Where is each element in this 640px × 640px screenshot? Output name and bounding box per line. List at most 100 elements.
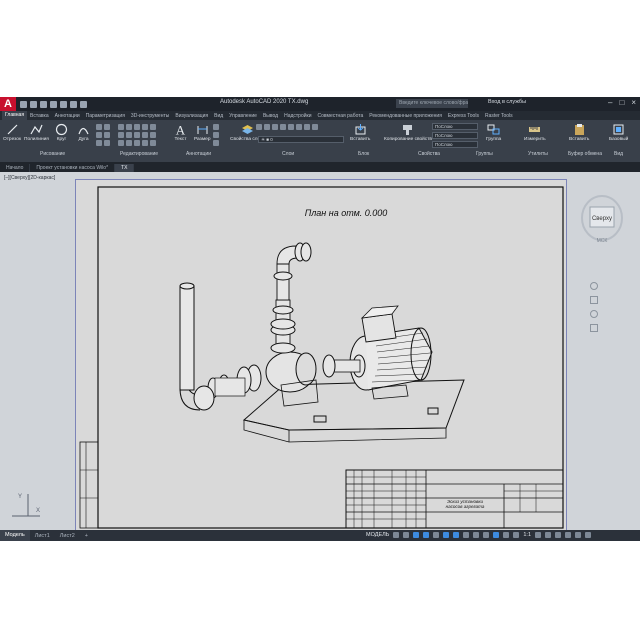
line-button[interactable]: Отрезок xyxy=(3,123,21,143)
stretch-icon[interactable] xyxy=(118,140,124,146)
arc-button[interactable]: Дуга xyxy=(77,123,90,143)
clean-screen-icon[interactable] xyxy=(575,532,582,538)
polar-icon[interactable] xyxy=(423,532,430,538)
layout-tab-model[interactable]: Модель xyxy=(0,530,30,541)
isodraft-icon[interactable] xyxy=(433,532,440,538)
dimension-button[interactable]: Размер xyxy=(194,123,211,143)
group-label-groups[interactable]: Группы xyxy=(476,151,493,157)
save-icon[interactable] xyxy=(40,100,47,108)
layer-iso-icon[interactable] xyxy=(280,124,286,130)
polyline-button[interactable]: Полилиния xyxy=(24,123,49,143)
layer-off-icon[interactable] xyxy=(272,124,278,130)
group-label-properties[interactable]: Свойства xyxy=(418,151,440,157)
undo-icon[interactable] xyxy=(70,100,77,108)
annotation-monitor-icon[interactable] xyxy=(493,532,500,538)
viewcube[interactable]: Сверху МСК xyxy=(580,180,632,280)
layout-tab-sheet2[interactable]: Лист2 xyxy=(55,533,80,539)
layer-lock-icon[interactable] xyxy=(264,124,270,130)
layer-prev-icon[interactable] xyxy=(296,124,302,130)
tab-annotate[interactable]: Аннотации xyxy=(52,113,83,119)
file-tab-start[interactable]: Начало xyxy=(0,164,31,172)
leader-icon[interactable] xyxy=(213,124,219,130)
ellipse-icon[interactable] xyxy=(96,132,102,138)
annotation-visibility-icon[interactable] xyxy=(503,532,510,538)
orbit-icon[interactable] xyxy=(590,324,598,332)
layer-match-icon[interactable] xyxy=(288,124,294,130)
tab-parametric[interactable]: Параметризация xyxy=(83,113,128,119)
workspace-icon[interactable] xyxy=(513,532,520,538)
move-icon[interactable] xyxy=(118,124,124,130)
insert-block-button[interactable]: Вставить xyxy=(350,123,370,143)
linetype-dropdown[interactable]: ПоСлою xyxy=(432,141,478,148)
match-properties-button[interactable]: Копирование свойств xyxy=(384,123,432,143)
signin-button[interactable]: Вход в службы xyxy=(488,99,526,105)
tab-express-tools[interactable]: Express Tools xyxy=(445,113,482,119)
break-icon[interactable] xyxy=(150,140,156,146)
lineweight-icon[interactable] xyxy=(463,532,470,538)
region-icon[interactable] xyxy=(104,140,110,146)
table-icon[interactable] xyxy=(213,132,219,138)
plot-icon[interactable] xyxy=(60,100,67,108)
steering-wheel-icon[interactable] xyxy=(590,282,598,290)
grid-icon[interactable] xyxy=(393,532,400,538)
viewport-controls-label[interactable]: [–][Сверху][2D-каркас] xyxy=(4,175,55,181)
offset-icon[interactable] xyxy=(142,132,148,138)
rectangle-icon[interactable] xyxy=(96,124,102,130)
circle-button[interactable]: Круг xyxy=(55,123,68,143)
hatch-icon[interactable] xyxy=(104,124,110,130)
layer-merge-icon[interactable] xyxy=(312,124,318,130)
tab-output[interactable]: Вывод xyxy=(260,113,281,119)
close-icon[interactable]: × xyxy=(631,98,636,107)
open-icon[interactable] xyxy=(30,100,37,108)
hardware-acceleration-icon[interactable] xyxy=(565,532,572,538)
group-label-clipboard[interactable]: Буфер обмена xyxy=(568,151,602,157)
layout-tab-sheet1[interactable]: Лист1 xyxy=(30,533,55,539)
model-space-toggle[interactable]: МОДЕЛЬ xyxy=(366,532,389,538)
lineweight-dropdown[interactable]: ПоСлою xyxy=(432,132,478,139)
customization-menu-icon[interactable] xyxy=(585,532,592,538)
group-label-layers[interactable]: Слои xyxy=(282,151,294,157)
mirror-icon[interactable] xyxy=(126,132,132,138)
markup-icon[interactable] xyxy=(213,140,219,146)
new-icon[interactable] xyxy=(20,100,27,108)
drawing-workspace[interactable]: [–][Сверху][2D-каркас] План на отм. 0.00… xyxy=(0,172,640,531)
tab-collaborate[interactable]: Совместная работа xyxy=(315,113,367,119)
transparency-icon[interactable] xyxy=(473,532,480,538)
group-label-block[interactable]: Блок xyxy=(358,151,369,157)
pan-icon[interactable] xyxy=(590,296,598,304)
base-view-button[interactable]: Базовый xyxy=(609,123,628,143)
file-tab-tx[interactable]: TX xyxy=(115,164,135,172)
text-button[interactable]: A Текст xyxy=(174,123,187,143)
osnap-track-icon[interactable] xyxy=(443,532,450,538)
units-icon[interactable] xyxy=(535,532,542,538)
isolate-objects-icon[interactable] xyxy=(555,532,562,538)
quick-properties-icon[interactable] xyxy=(545,532,552,538)
tab-featured-apps[interactable]: Рекомендованные приложения xyxy=(366,113,445,119)
tab-raster-tools[interactable]: Raster Tools xyxy=(482,113,516,119)
minimize-icon[interactable]: – xyxy=(608,98,612,107)
copy-icon[interactable] xyxy=(118,132,124,138)
save-as-icon[interactable] xyxy=(50,100,57,108)
boundary-icon[interactable] xyxy=(96,140,102,146)
rotate-icon[interactable] xyxy=(126,124,132,130)
redo-icon[interactable] xyxy=(80,100,87,108)
chamfer-icon[interactable] xyxy=(134,140,140,146)
search-input[interactable]: Введите ключевое слово/фразу xyxy=(396,99,468,108)
autocad-logo-icon[interactable]: A xyxy=(0,97,16,111)
tab-insert[interactable]: Вставка xyxy=(27,113,52,119)
join-icon[interactable] xyxy=(142,140,148,146)
group-button[interactable]: Группа xyxy=(486,123,501,143)
measure-button[interactable]: Измерить xyxy=(524,123,546,143)
tab-view[interactable]: Вид xyxy=(211,113,226,119)
group-label-view[interactable]: Вид xyxy=(614,151,623,157)
trim-icon[interactable] xyxy=(134,124,140,130)
erase-icon[interactable] xyxy=(142,124,148,130)
group-label-annotation[interactable]: Аннотации xyxy=(186,151,211,157)
group-label-utilities[interactable]: Утилиты xyxy=(528,151,548,157)
scale-icon[interactable] xyxy=(126,140,132,146)
file-tab-pump-project[interactable]: Проект установки насоса Wilo* xyxy=(30,164,116,172)
maximize-icon[interactable]: □ xyxy=(619,98,624,107)
layer-freeze-icon[interactable] xyxy=(256,124,262,130)
tab-manage[interactable]: Управление xyxy=(226,113,260,119)
viewcube-wcs-label[interactable]: МСК xyxy=(597,238,608,244)
